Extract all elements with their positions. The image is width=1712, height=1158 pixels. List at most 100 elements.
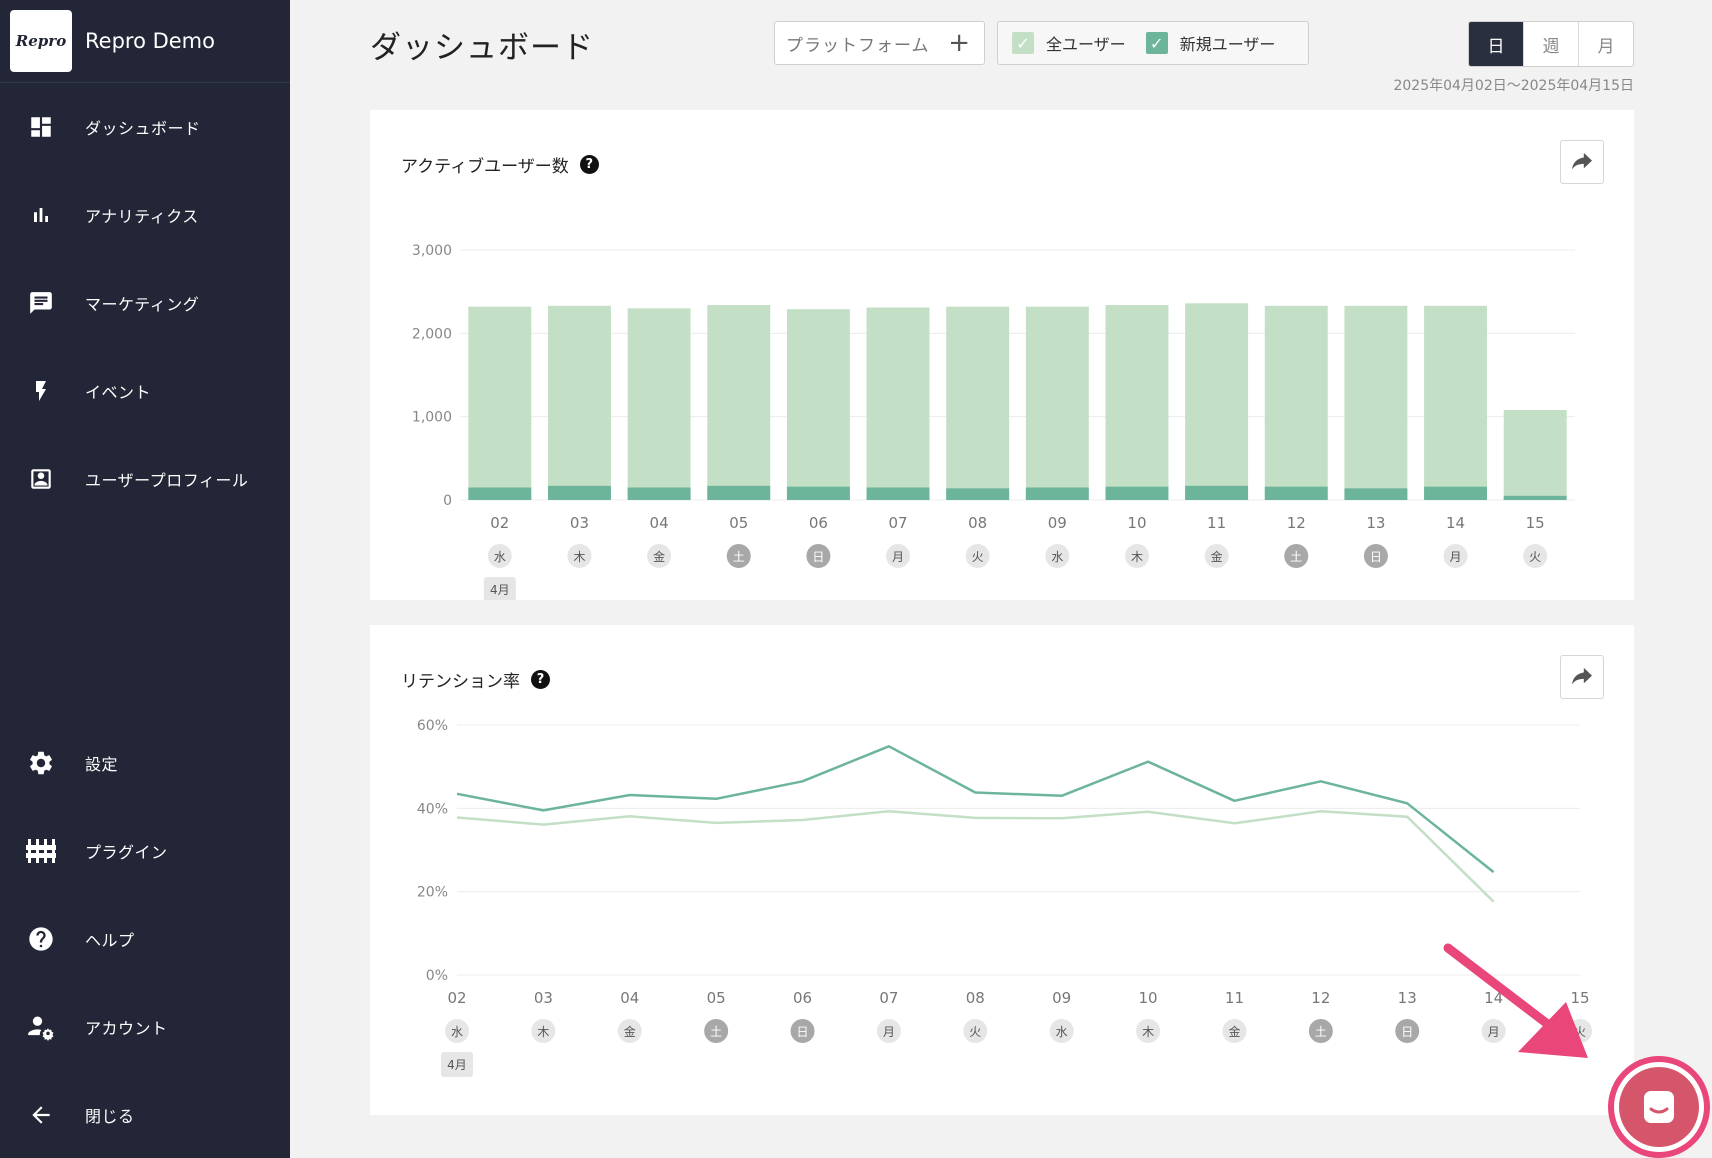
- checkbox-check-icon: ✓: [1012, 32, 1034, 54]
- x-tick-label: 02: [490, 514, 509, 532]
- bar-all-users: [1264, 305, 1328, 500]
- user-segment-filter: ✓ 全ユーザー ✓ 新規ユーザー: [997, 21, 1309, 65]
- x-tick-label: 13: [1366, 514, 1385, 532]
- repro-logo[interactable]: Repro: [10, 10, 72, 72]
- annotation-arrow-icon: [1443, 943, 1588, 1058]
- y-tick-label: 20%: [417, 885, 448, 901]
- x-tick-label: 09: [1048, 514, 1067, 532]
- period-day-button[interactable]: 日: [1469, 22, 1523, 66]
- sidebar-item-settings[interactable]: 設定: [0, 733, 290, 793]
- x-tick-label: 07: [879, 989, 898, 1007]
- gear-icon: [26, 748, 56, 778]
- help-icon[interactable]: ?: [531, 670, 550, 689]
- share-button[interactable]: [1560, 655, 1604, 699]
- x-tick-label: 05: [707, 989, 726, 1007]
- weekday-label: 金: [1228, 1024, 1240, 1039]
- help-icon: [26, 924, 56, 954]
- y-tick-label: 0: [443, 493, 452, 509]
- chat-bubble-icon: [1644, 1091, 1674, 1123]
- line-all-users: [456, 810, 1495, 903]
- x-tick-label: 10: [1127, 514, 1146, 532]
- bar-all-users: [1105, 305, 1169, 500]
- y-tick-label: 60%: [417, 718, 448, 734]
- bar-all-users: [1424, 305, 1487, 500]
- platform-filter-button[interactable]: プラットフォーム +: [774, 21, 985, 65]
- weekday-label: 土: [1290, 550, 1302, 564]
- x-tick-label: 03: [570, 514, 589, 532]
- weekday-label: 木: [537, 1025, 549, 1039]
- profile-icon: [26, 464, 56, 494]
- card-title-text: リテンション率: [401, 672, 520, 692]
- weekday-label: 土: [1315, 1025, 1327, 1039]
- y-tick-label: 40%: [417, 801, 448, 817]
- line-new-users: [456, 745, 1495, 874]
- weekday-label: 月: [883, 1025, 895, 1039]
- sidebar-item-marketing[interactable]: マーケティング: [0, 273, 290, 333]
- weekday-label: 月: [892, 550, 904, 564]
- sidebar-item-dashboard[interactable]: ダッシュボード: [0, 97, 290, 157]
- month-label: 4月: [490, 583, 510, 597]
- checkbox-check-icon: ✓: [1145, 32, 1168, 54]
- sidebar-item-account[interactable]: アカウント: [0, 997, 290, 1057]
- bar-all-users: [866, 307, 930, 500]
- all-users-label: 全ユーザー: [1046, 35, 1126, 54]
- weekday-label: 金: [653, 549, 665, 564]
- weekday-label: 火: [1529, 550, 1541, 564]
- sidebar-item-label: プラグイン: [85, 843, 168, 862]
- bar-new-users: [1264, 486, 1328, 500]
- all-users-checkbox[interactable]: ✓ 全ユーザー: [1012, 31, 1126, 55]
- page-title: ダッシュボード: [370, 30, 594, 66]
- y-tick-label: 3,000: [412, 243, 452, 259]
- bar-new-users: [1185, 485, 1249, 500]
- plugin-icon: [26, 836, 56, 866]
- weekday-label: 木: [573, 550, 585, 564]
- help-icon[interactable]: ?: [579, 155, 599, 174]
- share-button[interactable]: [1560, 140, 1604, 184]
- period-week-button[interactable]: 週: [1523, 22, 1578, 66]
- chat-support-button[interactable]: [1608, 1056, 1710, 1158]
- weekday-label: 火: [972, 550, 984, 564]
- x-tick-label: 12: [1287, 514, 1306, 532]
- weekday-label: 金: [624, 1024, 636, 1039]
- weekday-label: 水: [1051, 550, 1063, 564]
- bar-new-users: [627, 487, 691, 500]
- share-arrow-icon: [1572, 667, 1592, 685]
- bar-new-users: [468, 487, 532, 500]
- x-tick-label: 02: [447, 989, 466, 1007]
- sidebar-item-label: ダッシュボード: [85, 119, 201, 138]
- weekday-label: 水: [1056, 1025, 1068, 1039]
- x-tick-label: 06: [793, 989, 812, 1007]
- sidebar-item-label: アナリティクス: [85, 207, 199, 226]
- sidebar-item-label: マーケティング: [85, 295, 200, 314]
- bar-all-users: [1185, 303, 1249, 500]
- weekday-label: 日: [1370, 550, 1382, 564]
- y-tick-label: 1,000: [412, 410, 452, 426]
- new-users-label: 新規ユーザー: [1179, 35, 1276, 54]
- bar-all-users: [468, 306, 532, 500]
- sidebar-item-close[interactable]: 閉じる: [0, 1085, 290, 1145]
- period-month-button[interactable]: 月: [1578, 22, 1633, 66]
- sidebar-item-help[interactable]: ヘルプ: [0, 909, 290, 969]
- x-tick-label: 11: [1207, 514, 1226, 532]
- bar-all-users: [786, 309, 850, 500]
- bar-new-users: [786, 486, 850, 500]
- sidebar-item-user-profile[interactable]: ユーザープロフィール: [0, 449, 290, 509]
- bar-new-users: [548, 485, 611, 500]
- weekday-label: 木: [1142, 1025, 1154, 1039]
- month-label: 4月: [447, 1058, 467, 1072]
- bar-new-users: [946, 488, 1010, 500]
- period-selector: 日 週 月: [1468, 21, 1634, 67]
- bar-new-users: [1424, 486, 1487, 500]
- active-users-card: アクティブユーザー数 ? 0 1,000 2,000 3,000 02 水 03 木 04 金 05…: [370, 110, 1634, 600]
- bar-all-users: [1344, 305, 1408, 500]
- x-tick-label: 09: [1052, 989, 1071, 1007]
- card-title-text: アクティブユーザー数: [401, 157, 569, 177]
- new-users-checkbox[interactable]: ✓ 新規ユーザー: [1145, 31, 1276, 55]
- x-tick-label: 06: [809, 514, 828, 532]
- sidebar-item-events[interactable]: イベント: [0, 361, 290, 421]
- brand-header: Repro Repro Demo: [0, 0, 290, 83]
- sidebar-item-plugins[interactable]: プラグイン: [0, 821, 290, 881]
- sidebar-item-analytics[interactable]: アナリティクス: [0, 185, 290, 245]
- weekday-label: 火: [969, 1025, 981, 1039]
- bar-all-users: [1503, 410, 1567, 500]
